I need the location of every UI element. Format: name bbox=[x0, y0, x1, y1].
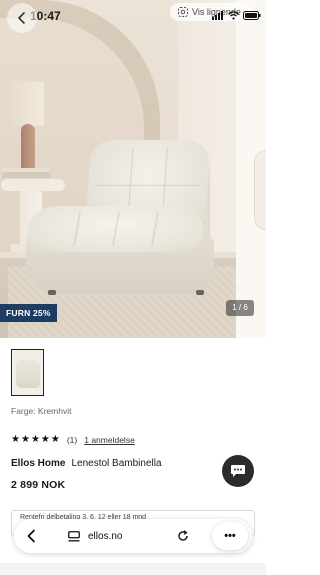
color-label: Farge: Kremhvit bbox=[11, 406, 72, 416]
battery-icon bbox=[243, 10, 261, 20]
url-text: ellos.no bbox=[88, 530, 123, 542]
star-icon: ★ bbox=[20, 434, 30, 445]
star-icon: ★ bbox=[30, 434, 40, 445]
chevron-left-icon bbox=[27, 529, 35, 543]
star-icon: ★ bbox=[40, 434, 50, 445]
chat-button[interactable] bbox=[222, 455, 254, 487]
signal-icon bbox=[212, 10, 223, 20]
star-icon: ★ bbox=[50, 434, 60, 445]
rating-count: (1) bbox=[66, 435, 78, 445]
brand-name[interactable]: Ellos Home bbox=[11, 458, 65, 469]
status-icons bbox=[212, 8, 261, 22]
star-icon: ★ bbox=[11, 434, 20, 445]
price: 2 899 NOK bbox=[11, 479, 66, 491]
thumbnail-chair bbox=[16, 360, 40, 388]
tabs-icon bbox=[68, 530, 80, 541]
chair-foot bbox=[48, 290, 56, 295]
back-button[interactable] bbox=[7, 3, 37, 33]
reload-button[interactable] bbox=[172, 525, 194, 547]
image-page-counter: 1 / 6 bbox=[226, 300, 254, 316]
product-name: Ellos Home Lenestol Bambinella bbox=[11, 458, 162, 469]
camera-search-icon bbox=[178, 7, 188, 17]
product-image-carousel[interactable]: 10:47 Vis lignende FURN 25% 1 / 6 bbox=[0, 0, 266, 338]
rating-row[interactable]: ★ ★ ★ ★ ★ (1) 1 anmeldelse bbox=[11, 434, 135, 446]
chair-seat bbox=[23, 206, 209, 252]
color-thumbnail-selected[interactable] bbox=[11, 349, 44, 396]
browser-back-button[interactable] bbox=[14, 519, 48, 553]
more-button[interactable]: ••• bbox=[212, 522, 248, 550]
product-title: Lenestol Bambinella bbox=[71, 458, 162, 469]
reload-icon bbox=[178, 530, 189, 541]
address-bar[interactable]: ellos.no bbox=[68, 531, 122, 542]
chair-foot bbox=[196, 290, 204, 295]
bottom-safe-area bbox=[0, 563, 266, 575]
chat-icon bbox=[231, 465, 245, 477]
back-arrow-icon bbox=[18, 12, 25, 24]
wifi-icon bbox=[228, 10, 239, 20]
discount-badge: FURN 25% bbox=[0, 304, 57, 322]
more-icon: ••• bbox=[224, 530, 236, 542]
lamp-shade bbox=[12, 82, 44, 126]
review-link[interactable]: 1 anmeldelse bbox=[84, 435, 135, 445]
lamp-base bbox=[21, 124, 35, 176]
next-image-chair bbox=[254, 150, 266, 230]
